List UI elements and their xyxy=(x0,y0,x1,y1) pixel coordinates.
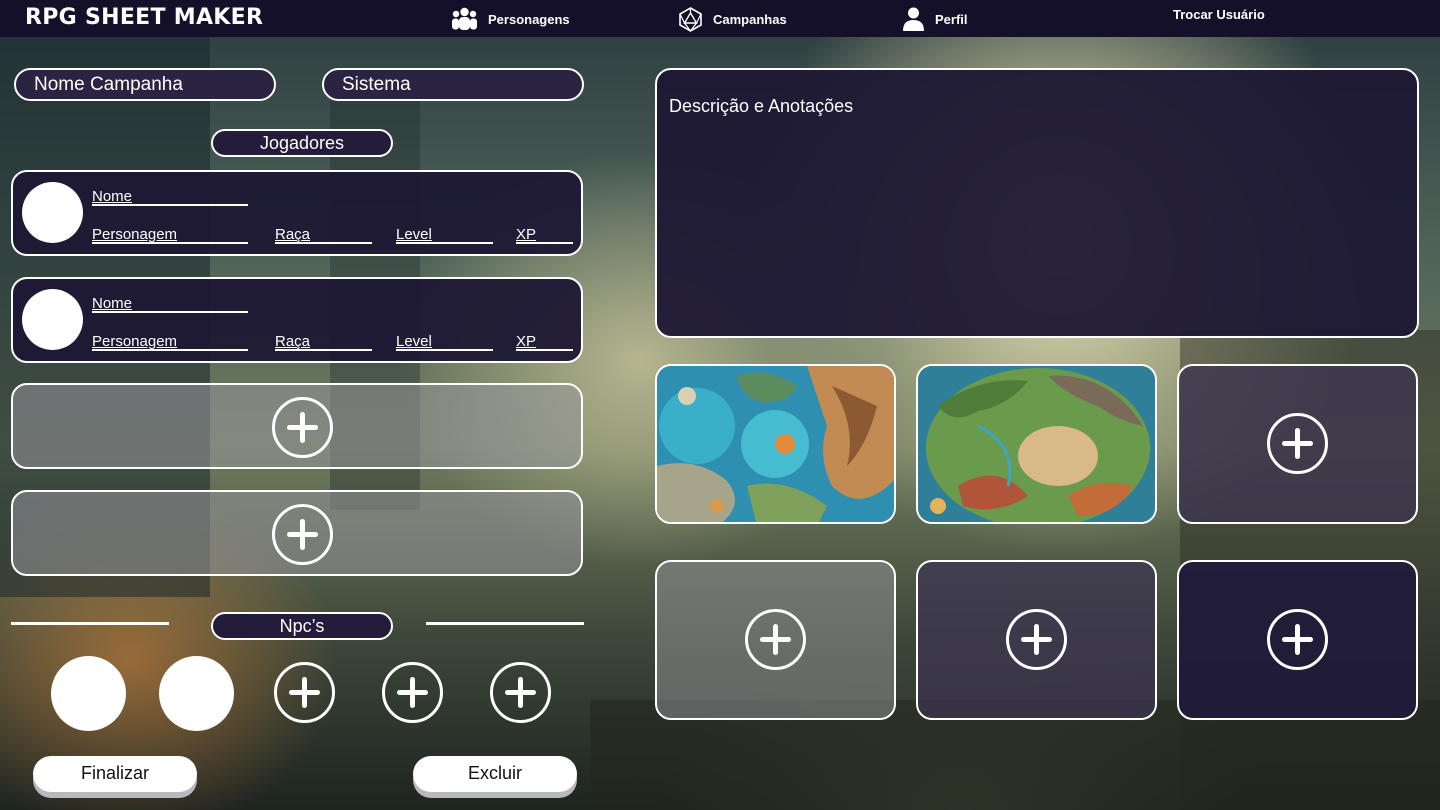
npc-divider-right xyxy=(426,622,584,625)
plus-icon[interactable] xyxy=(1267,609,1328,670)
players-section-label: Jogadores xyxy=(211,129,393,157)
player-character-field[interactable]: Personagem xyxy=(92,334,248,351)
add-map-tile[interactable] xyxy=(1177,364,1418,524)
add-player-slot[interactable] xyxy=(11,383,583,469)
npc-divider-left xyxy=(11,622,169,625)
plus-icon[interactable] xyxy=(1006,609,1067,670)
plus-icon[interactable] xyxy=(272,504,333,565)
nav-profile[interactable]: Perfil xyxy=(902,7,968,31)
nav-switch-user-label: Trocar Usuário xyxy=(1173,7,1265,22)
delete-button[interactable]: Excluir xyxy=(413,756,577,792)
player-level-field[interactable]: Level xyxy=(396,227,493,244)
player-race-field[interactable]: Raça xyxy=(275,334,372,351)
player-card[interactable]: Nome Personagem Raça Level XP xyxy=(11,277,583,363)
add-player-slot[interactable] xyxy=(11,490,583,576)
nav-switch-user[interactable]: Trocar Usuário xyxy=(1173,7,1265,22)
map-image-2 xyxy=(918,366,1155,522)
description-textarea[interactable]: Descrição e Anotações xyxy=(655,68,1419,338)
player-race-field[interactable]: Raça xyxy=(275,227,372,244)
player-xp-field[interactable]: XP xyxy=(516,227,573,244)
d20-dice-icon xyxy=(678,7,703,32)
map-image-tile[interactable] xyxy=(916,364,1157,524)
nav-characters-label: Personagens xyxy=(488,11,570,27)
player-level-field[interactable]: Level xyxy=(396,334,493,351)
player-avatar[interactable] xyxy=(22,289,83,350)
add-npc-plus-icon[interactable] xyxy=(490,662,551,723)
finish-button[interactable]: Finalizar xyxy=(33,756,197,792)
plus-icon[interactable] xyxy=(272,397,333,458)
player-character-field[interactable]: Personagem xyxy=(92,227,248,244)
add-npc-plus-icon[interactable] xyxy=(382,662,443,723)
map-image-tile[interactable] xyxy=(655,364,896,524)
user-icon xyxy=(902,7,925,31)
npc-avatar[interactable] xyxy=(51,656,126,731)
nav-profile-label: Perfil xyxy=(935,11,968,27)
system-input[interactable]: Sistema xyxy=(322,68,584,101)
npcs-section-label: Npc’s xyxy=(211,612,393,640)
nav-characters[interactable]: Personagens xyxy=(451,7,570,31)
npc-avatar[interactable] xyxy=(159,656,234,731)
group-icon xyxy=(451,7,478,31)
campaign-name-input[interactable]: Nome Campanha xyxy=(14,68,276,101)
description-placeholder: Descrição e Anotações xyxy=(669,96,854,116)
nav-campaigns-label: Campanhas xyxy=(713,12,787,27)
player-avatar[interactable] xyxy=(22,182,83,243)
plus-icon[interactable] xyxy=(1267,413,1328,474)
add-map-tile[interactable] xyxy=(655,560,896,720)
add-npc-plus-icon[interactable] xyxy=(274,662,335,723)
plus-icon[interactable] xyxy=(745,609,806,670)
nav-campaigns[interactable]: Campanhas xyxy=(678,7,787,32)
app-brand[interactable]: RPG SHEET MAKER xyxy=(25,5,263,30)
top-nav-bar: RPG SHEET MAKER Personagens Campanhas Pe… xyxy=(0,0,1440,37)
player-xp-field[interactable]: XP xyxy=(516,334,573,351)
player-name-field[interactable]: Nome xyxy=(92,189,248,206)
add-map-tile[interactable] xyxy=(916,560,1157,720)
map-image-1 xyxy=(657,366,894,522)
add-map-tile[interactable] xyxy=(1177,560,1418,720)
player-name-field[interactable]: Nome xyxy=(92,296,248,313)
player-card[interactable]: Nome Personagem Raça Level XP xyxy=(11,170,583,256)
